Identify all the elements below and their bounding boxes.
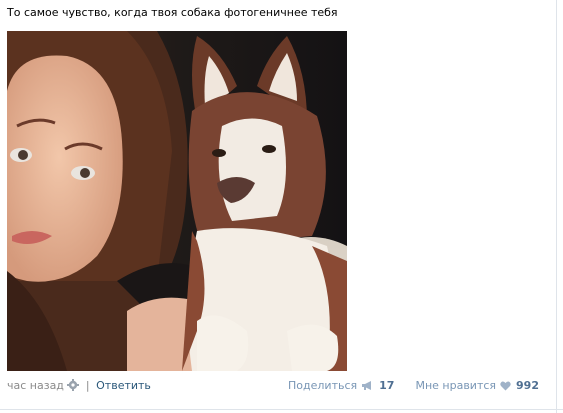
post-text: То самое чувство, когда твоя собака фото… bbox=[7, 6, 338, 19]
gear-icon[interactable] bbox=[67, 379, 80, 396]
post-actions: Поделиться 17 Мне нравится 992 bbox=[288, 378, 539, 396]
feed-right-border bbox=[556, 0, 557, 413]
post-footer: час назад | Ответить Поделиться 17 Мне н… bbox=[7, 378, 539, 394]
reply-link[interactable]: Ответить bbox=[96, 379, 151, 392]
like-label: Мне нравится bbox=[415, 379, 497, 392]
post-timestamp[interactable]: час назад bbox=[7, 379, 64, 392]
megaphone-icon bbox=[361, 380, 374, 396]
post-separator bbox=[0, 409, 563, 410]
heart-icon bbox=[499, 380, 511, 396]
meta-divider: | bbox=[85, 379, 90, 392]
dog-selfie-photo-icon bbox=[7, 31, 347, 371]
share-button[interactable]: Поделиться 17 bbox=[288, 379, 398, 392]
share-count: 17 bbox=[379, 379, 395, 392]
post-photo[interactable] bbox=[7, 31, 347, 371]
previous-post-cutoff bbox=[7, 0, 87, 3]
share-label: Поделиться bbox=[288, 379, 358, 392]
like-count: 992 bbox=[516, 379, 539, 392]
post-meta: час назад | Ответить bbox=[7, 378, 151, 396]
like-button[interactable]: Мне нравится 992 bbox=[415, 379, 539, 392]
